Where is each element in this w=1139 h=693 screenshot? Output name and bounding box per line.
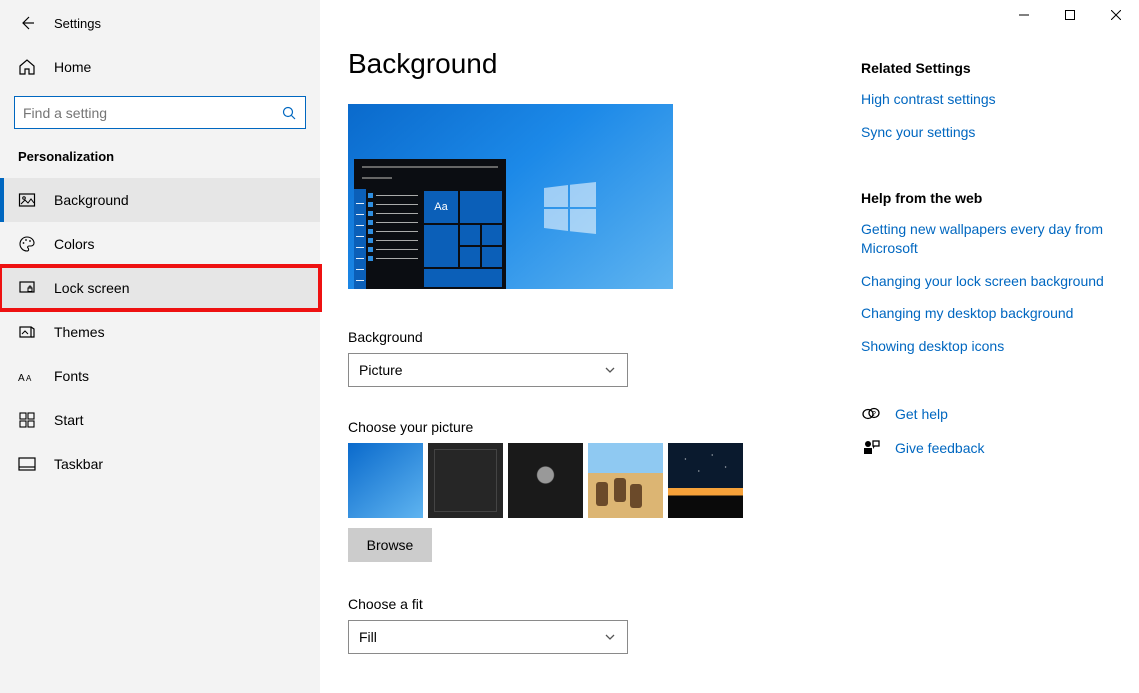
picture-thumbnail[interactable] (348, 443, 423, 518)
link-help-lockscreen[interactable]: Changing your lock screen background (861, 272, 1119, 291)
search-input[interactable] (23, 105, 281, 121)
sidebar-item-label: Themes (54, 324, 105, 340)
background-label: Background (348, 329, 861, 345)
link-sync-settings[interactable]: Sync your settings (861, 123, 1119, 142)
picture-thumbnail[interactable] (588, 443, 663, 518)
link-help-desktop-icons[interactable]: Showing desktop icons (861, 337, 1119, 356)
window-controls (1001, 0, 1139, 30)
svg-text:A: A (18, 373, 25, 384)
section-header: Personalization (0, 147, 320, 178)
themes-icon (18, 323, 36, 341)
link-get-help[interactable]: Get help (895, 405, 948, 424)
sidebar: Settings Home Personalization Background (0, 0, 320, 693)
sidebar-item-colors[interactable]: Colors (0, 222, 320, 266)
settings-window: Settings Home Personalization Background (0, 0, 1139, 693)
sidebar-item-start[interactable]: Start (0, 398, 320, 442)
windows-logo-icon (544, 182, 596, 234)
sidebar-item-label: Start (54, 412, 84, 428)
picture-thumbnails (348, 443, 861, 518)
sidebar-item-taskbar[interactable]: Taskbar (0, 442, 320, 486)
back-button[interactable] (18, 14, 36, 32)
help-icon: ? (861, 404, 881, 424)
link-high-contrast[interactable]: High contrast settings (861, 90, 1119, 109)
svg-text:A: A (26, 374, 32, 383)
start-menu-mock: Aa (354, 159, 506, 289)
lock-screen-icon (18, 279, 36, 297)
sidebar-item-label: Background (54, 192, 129, 208)
sidebar-item-label: Fonts (54, 368, 89, 384)
dropdown-value: Fill (359, 629, 377, 645)
desktop-preview: Aa (348, 104, 673, 289)
sidebar-item-label: Colors (54, 236, 94, 252)
close-button[interactable] (1093, 0, 1139, 30)
window-title: Settings (54, 16, 101, 31)
browse-button[interactable]: Browse (348, 528, 432, 562)
related-settings-header: Related Settings (861, 60, 1119, 76)
choose-picture-label: Choose your picture (348, 419, 861, 435)
link-help-desktop-bg[interactable]: Changing my desktop background (861, 304, 1119, 323)
svg-text:?: ? (872, 411, 876, 418)
choose-fit-label: Choose a fit (348, 596, 861, 612)
dropdown-value: Picture (359, 362, 403, 378)
sidebar-item-label: Lock screen (54, 280, 129, 296)
home-icon (18, 58, 36, 76)
picture-thumbnail[interactable] (668, 443, 743, 518)
maximize-button[interactable] (1047, 0, 1093, 30)
sidebar-item-label: Taskbar (54, 456, 103, 472)
picture-icon (18, 191, 36, 209)
search-icon (281, 105, 297, 121)
page-title: Background (348, 48, 861, 80)
taskbar-icon (18, 455, 36, 473)
help-header: Help from the web (861, 190, 1119, 206)
link-give-feedback[interactable]: Give feedback (895, 439, 985, 458)
picture-thumbnail[interactable] (508, 443, 583, 518)
chevron-down-icon (603, 630, 617, 644)
content: Background (320, 0, 861, 693)
fit-dropdown[interactable]: Fill (348, 620, 628, 654)
fonts-icon: AA (18, 367, 36, 385)
picture-thumbnail[interactable] (428, 443, 503, 518)
sample-text-tile: Aa (424, 191, 458, 223)
feedback-icon (861, 438, 881, 458)
search-input-wrapper[interactable] (14, 96, 306, 129)
background-type-dropdown[interactable]: Picture (348, 353, 628, 387)
palette-icon (18, 235, 36, 253)
main-area: Background (320, 0, 1139, 693)
sidebar-item-lock-screen[interactable]: Lock screen (0, 266, 320, 310)
sidebar-item-themes[interactable]: Themes (0, 310, 320, 354)
sidebar-item-fonts[interactable]: AA Fonts (0, 354, 320, 398)
start-icon (18, 411, 36, 429)
home-button[interactable]: Home (0, 44, 320, 90)
sidebar-item-background[interactable]: Background (0, 178, 320, 222)
link-help-wallpapers[interactable]: Getting new wallpapers every day from Mi… (861, 220, 1119, 258)
chevron-down-icon (603, 363, 617, 377)
minimize-button[interactable] (1001, 0, 1047, 30)
home-label: Home (54, 59, 91, 75)
right-rail: Related Settings High contrast settings … (861, 0, 1139, 693)
